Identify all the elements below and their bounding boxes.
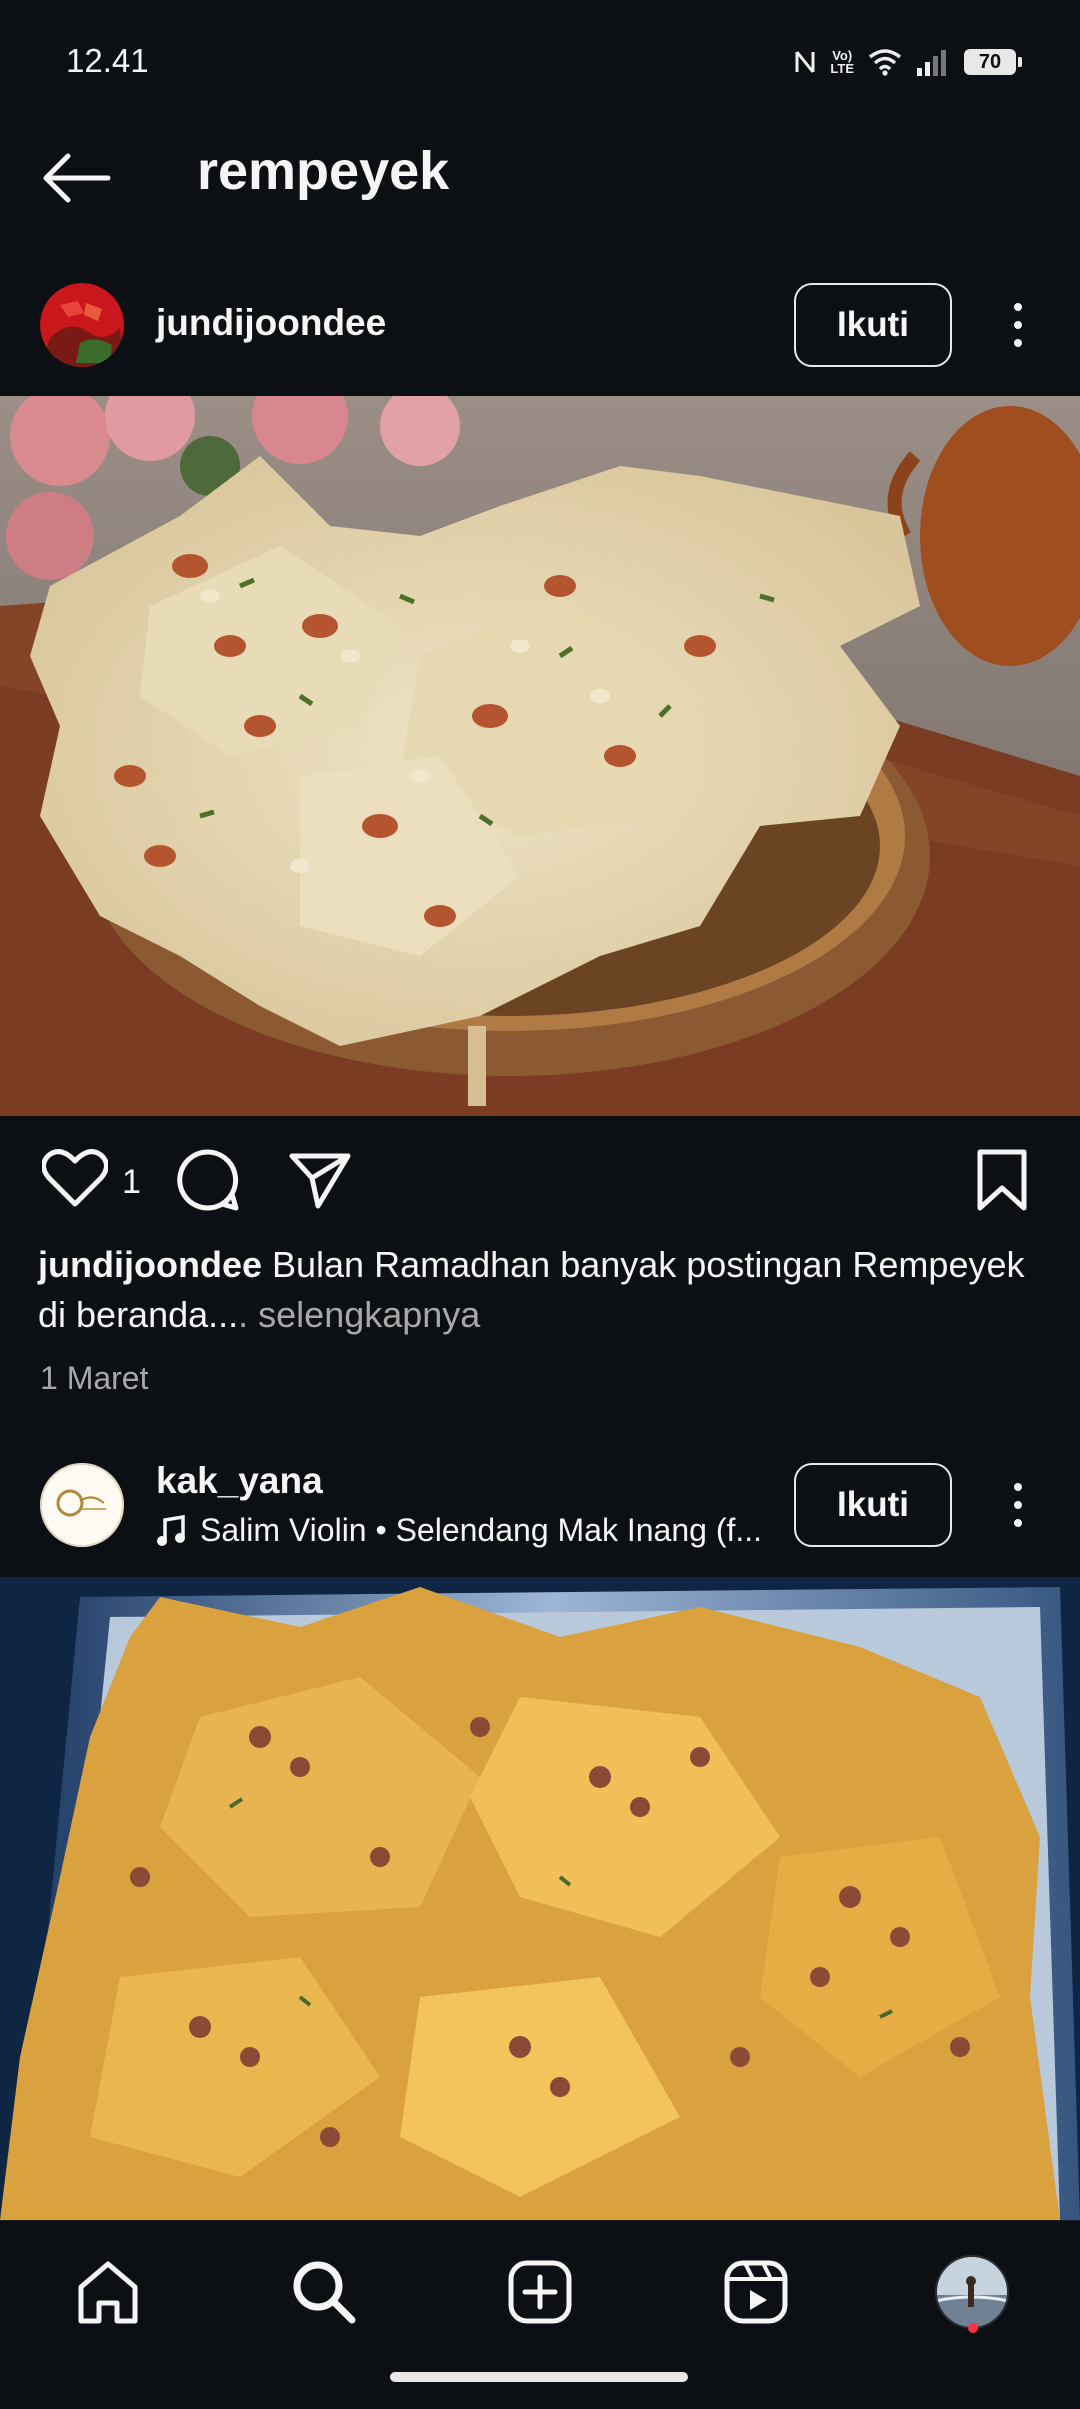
status-time: 12.41 [66,42,149,79]
page-title: rempeyek [197,141,450,201]
share-button[interactable] [288,1150,352,1210]
more-options-button[interactable] [998,295,1038,355]
music-title: Salim Violin • Selendang Mak Inang (f... [200,1512,763,1548]
reels-icon [724,2260,788,2324]
post-caption[interactable]: jundijoondee Bulan Ramadhan banyak posti… [38,1240,1048,1340]
follow-button[interactable]: Ikuti [794,1463,952,1547]
create-icon [508,2260,572,2324]
send-icon [289,1153,351,1209]
follow-button[interactable]: Ikuti [794,283,952,367]
music-note-icon [157,1514,185,1546]
bookmark-icon [977,1149,1027,1211]
notification-dot [968,2323,978,2333]
comment-button[interactable] [176,1148,240,1212]
home-icon [78,2261,138,2324]
post-date: 1 Maret [40,1360,149,1396]
more-dot [1014,321,1022,329]
nfc-icon [795,51,815,73]
avatar[interactable] [40,1463,124,1547]
status-icons: Vo) LTE 70 [794,44,1022,80]
music-attribution[interactable]: Salim Violin • Selendang Mak Inang (f... [156,1512,776,1549]
heart-icon [41,1149,109,1207]
caption-more-link[interactable]: . selengkapnya [238,1294,480,1335]
post-username[interactable]: jundijoondee [156,302,386,344]
more-dot [1014,1483,1022,1491]
comment-icon [177,1149,239,1211]
avatar[interactable] [40,283,124,367]
more-options-button[interactable] [998,1475,1038,1535]
post-username[interactable]: kak_yana [156,1460,323,1502]
post-image[interactable] [0,396,1080,1116]
post-image[interactable] [0,1577,1080,2220]
more-dot [1014,303,1022,311]
nav-reels[interactable] [714,2250,798,2334]
caption-username[interactable]: jundijoondee [38,1244,262,1285]
like-count[interactable]: 1 [122,1163,141,1202]
search-icon [293,2261,356,2324]
more-dot [1014,1519,1022,1527]
like-button[interactable] [41,1148,109,1208]
save-button[interactable] [976,1148,1028,1212]
more-dot [1014,339,1022,347]
back-button[interactable] [38,148,114,208]
signal-icon [917,50,946,76]
nav-profile[interactable] [930,2250,1014,2334]
arrow-left-icon [43,153,111,203]
battery-indicator: 70 [964,49,1022,75]
home-indicator[interactable] [390,2372,688,2382]
nav-search[interactable] [282,2250,366,2334]
nav-create[interactable] [498,2250,582,2334]
wifi-icon [868,49,902,76]
more-dot [1014,1501,1022,1509]
volte-icon: Vo) LTE [830,48,854,76]
profile-avatar [935,2255,1009,2329]
nav-home[interactable] [66,2250,150,2334]
